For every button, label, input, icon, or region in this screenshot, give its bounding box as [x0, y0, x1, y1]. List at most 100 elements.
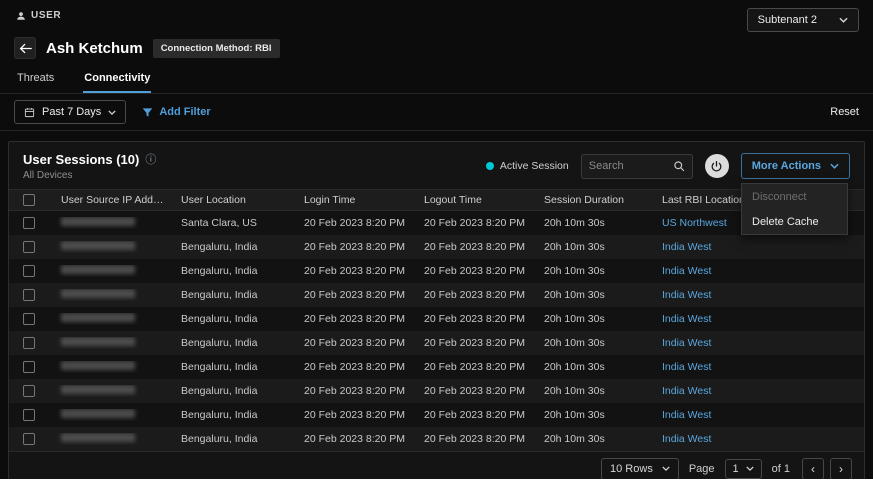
- row-login-time: 20 Feb 2023 8:20 PM: [296, 265, 416, 277]
- search-input[interactable]: [589, 160, 673, 172]
- row-source-ip: [53, 409, 173, 421]
- calendar-icon: [24, 107, 35, 118]
- table-row: Bengaluru, India20 Feb 2023 8:20 PM20 Fe…: [9, 331, 864, 355]
- row-session-duration: 20h 10m 30s: [536, 289, 654, 301]
- menu-item-delete-cache[interactable]: Delete Cache: [742, 209, 847, 234]
- row-rbi-location-link[interactable]: India West: [654, 409, 864, 421]
- row-checkbox[interactable]: [23, 361, 35, 373]
- row-session-duration: 20h 10m 30s: [536, 433, 654, 445]
- table-row: Bengaluru, India20 Feb 2023 8:20 PM20 Fe…: [9, 283, 864, 307]
- table-row: Bengaluru, India20 Feb 2023 8:20 PM20 Fe…: [9, 403, 864, 427]
- row-user-location: Bengaluru, India: [173, 385, 296, 397]
- row-rbi-location-link[interactable]: India West: [654, 385, 864, 397]
- user-sessions-panel: User Sessions (10) ⓘ All Devices Active …: [8, 141, 865, 479]
- page-nav-buttons: ‹ ›: [802, 458, 852, 480]
- menu-item-disconnect[interactable]: Disconnect: [742, 184, 847, 209]
- row-rbi-location-link[interactable]: India West: [654, 241, 864, 253]
- row-checkbox[interactable]: [23, 217, 35, 229]
- row-logout-time: 20 Feb 2023 8:20 PM: [416, 385, 536, 397]
- row-user-location: Santa Clara, US: [173, 217, 296, 229]
- row-rbi-location-link[interactable]: India West: [654, 337, 864, 349]
- app-window: USER Subtenant 2 Ash Ketchum Connection …: [0, 0, 873, 479]
- row-login-time: 20 Feb 2023 8:20 PM: [296, 385, 416, 397]
- redacted-ip-value: [61, 241, 135, 250]
- row-rbi-location-link[interactable]: India West: [654, 289, 864, 301]
- back-arrow-icon: [19, 43, 32, 54]
- redacted-ip-value: [61, 313, 135, 322]
- table-row: Bengaluru, India20 Feb 2023 8:20 PM20 Fe…: [9, 355, 864, 379]
- add-filter-button[interactable]: Add Filter: [142, 106, 210, 118]
- row-user-location: Bengaluru, India: [173, 433, 296, 445]
- row-checkbox-cell: [9, 433, 53, 445]
- reset-button[interactable]: Reset: [830, 106, 859, 118]
- row-rbi-location-link[interactable]: India West: [654, 433, 864, 445]
- chevron-down-icon: [839, 17, 848, 23]
- col-header-logout-time[interactable]: Logout Time: [416, 194, 536, 206]
- subtenant-value: Subtenant 2: [758, 14, 817, 26]
- chevron-down-icon: [830, 163, 839, 169]
- row-session-duration: 20h 10m 30s: [536, 241, 654, 253]
- row-checkbox[interactable]: [23, 433, 35, 445]
- next-page-button[interactable]: ›: [830, 458, 852, 480]
- sessions-table-body: Santa Clara, US20 Feb 2023 8:20 PM20 Feb…: [9, 211, 864, 451]
- row-source-ip: [53, 313, 173, 325]
- row-rbi-location-link[interactable]: India West: [654, 361, 864, 373]
- info-icon[interactable]: ⓘ: [145, 151, 156, 167]
- date-range-dropdown[interactable]: Past 7 Days: [14, 100, 126, 124]
- more-actions-button[interactable]: More Actions: [741, 153, 850, 179]
- disconnect-power-button[interactable]: [705, 154, 729, 178]
- row-session-duration: 20h 10m 30s: [536, 385, 654, 397]
- row-checkbox[interactable]: [23, 289, 35, 301]
- page-label: Page: [689, 463, 715, 475]
- more-actions-menu: Disconnect Delete Cache: [741, 183, 848, 235]
- redacted-ip-value: [61, 361, 135, 370]
- table-header-row: User Source IP Address User Location Log…: [9, 189, 864, 211]
- row-rbi-location-link[interactable]: India West: [654, 313, 864, 325]
- row-logout-time: 20 Feb 2023 8:20 PM: [416, 409, 536, 421]
- row-session-duration: 20h 10m 30s: [536, 409, 654, 421]
- panel-title: User Sessions (10): [23, 152, 139, 167]
- tab-threats[interactable]: Threats: [16, 66, 55, 93]
- table-row: Santa Clara, US20 Feb 2023 8:20 PM20 Feb…: [9, 211, 864, 235]
- row-checkbox[interactable]: [23, 241, 35, 253]
- row-source-ip: [53, 217, 173, 229]
- row-checkbox[interactable]: [23, 385, 35, 397]
- row-login-time: 20 Feb 2023 8:20 PM: [296, 433, 416, 445]
- row-checkbox[interactable]: [23, 265, 35, 277]
- row-checkbox-cell: [9, 385, 53, 397]
- date-range-value: Past 7 Days: [42, 106, 101, 118]
- search-icon[interactable]: [673, 160, 685, 172]
- prev-page-button[interactable]: ‹: [802, 458, 824, 480]
- row-logout-time: 20 Feb 2023 8:20 PM: [416, 241, 536, 253]
- subtenant-dropdown[interactable]: Subtenant 2: [747, 8, 859, 32]
- row-rbi-location-link[interactable]: India West: [654, 265, 864, 277]
- panel-title-block: User Sessions (10) ⓘ All Devices: [23, 151, 156, 181]
- row-logout-time: 20 Feb 2023 8:20 PM: [416, 337, 536, 349]
- tab-connectivity[interactable]: Connectivity: [83, 66, 151, 93]
- col-header-session-duration[interactable]: Session Duration: [536, 194, 654, 206]
- row-source-ip: [53, 265, 173, 277]
- row-source-ip: [53, 241, 173, 253]
- tab-bar: Threats Connectivity: [0, 62, 873, 94]
- row-user-location: Bengaluru, India: [173, 289, 296, 301]
- row-checkbox[interactable]: [23, 313, 35, 325]
- row-checkbox[interactable]: [23, 409, 35, 421]
- select-all-checkbox[interactable]: [23, 194, 35, 206]
- row-login-time: 20 Feb 2023 8:20 PM: [296, 241, 416, 253]
- user-icon: [16, 11, 26, 21]
- row-checkbox[interactable]: [23, 337, 35, 349]
- row-checkbox-cell: [9, 409, 53, 421]
- col-header-source-ip[interactable]: User Source IP Address: [53, 194, 173, 206]
- col-header-user-location[interactable]: User Location: [173, 194, 296, 206]
- page-number-dropdown[interactable]: 1: [725, 459, 762, 479]
- row-session-duration: 20h 10m 30s: [536, 313, 654, 325]
- search-box: [581, 154, 693, 179]
- row-login-time: 20 Feb 2023 8:20 PM: [296, 409, 416, 421]
- rows-per-page-dropdown[interactable]: 10 Rows: [601, 458, 679, 480]
- panel-subtitle: All Devices: [23, 170, 156, 181]
- page-number-value: 1: [733, 463, 739, 475]
- back-button[interactable]: [14, 37, 36, 59]
- row-session-duration: 20h 10m 30s: [536, 337, 654, 349]
- pagination-bar: 10 Rows Page 1 of 1 ‹ ›: [9, 451, 864, 479]
- col-header-login-time[interactable]: Login Time: [296, 194, 416, 206]
